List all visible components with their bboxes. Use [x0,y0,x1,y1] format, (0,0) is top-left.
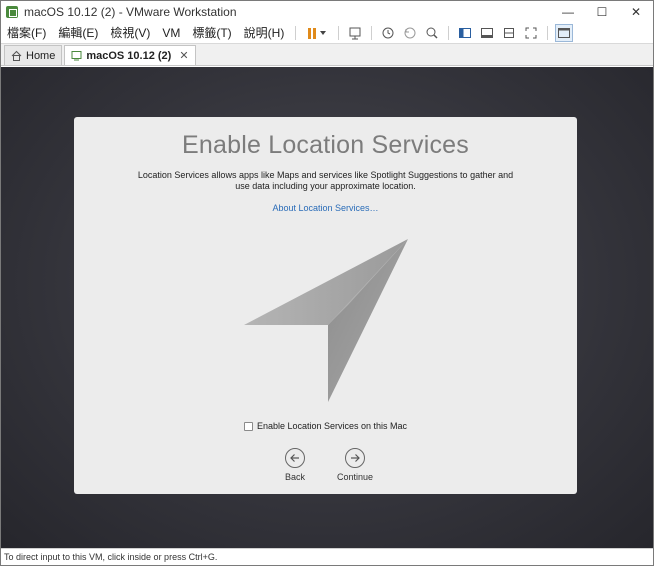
revert-snapshot-icon [404,27,416,39]
status-bar: To direct input to this VM, click inside… [1,548,653,565]
setup-dialog: Enable Location Services Location Servic… [74,117,577,494]
enable-location-checkbox[interactable] [243,421,253,431]
console-view-button[interactable] [478,24,496,42]
snapshot-manager-icon [426,27,438,39]
continue-button[interactable]: Continue [325,448,385,482]
menu-tabs[interactable]: 標籤(T) [186,23,237,43]
vm-icon [71,51,82,61]
location-arrow-icon [244,239,408,402]
snapshot-icon [382,27,394,39]
menu-edit[interactable]: 編輯(E) [52,23,104,43]
tab-home[interactable]: Home [4,45,63,65]
sidebar-view-icon [459,28,472,38]
thumbnail-view-button[interactable] [555,24,574,42]
home-icon [11,50,22,61]
toolbar-separator [448,26,450,40]
vmware-app-icon [6,6,18,18]
about-location-services-link[interactable]: About Location Services… [74,203,577,213]
tab-close-icon[interactable]: ✕ [179,49,188,62]
arrow-right-icon [345,448,365,468]
send-keys-icon [349,27,361,40]
thumbnail-view-icon [558,28,571,38]
snapshot-button[interactable] [379,24,397,42]
full-screen-icon [525,27,537,39]
full-screen-button[interactable] [522,24,540,42]
minimize-button[interactable]: — [551,1,585,23]
send-keys-button[interactable] [346,24,364,42]
menu-bar: 檔案(F) 編輯(E) 檢視(V) VM 標籤(T) 說明(H) [1,23,653,43]
sidebar-view-button[interactable] [456,24,474,42]
vmware-window: macOS 10.12 (2) - VMware Workstation — ☐… [0,0,654,566]
menu-help[interactable]: 說明(H) [238,23,291,43]
fit-window-button[interactable] [500,24,518,42]
setup-title: Enable Location Services [182,131,469,159]
vm-display[interactable]: Enable Location Services Location Servic… [1,67,653,548]
back-label: Back [284,472,305,482]
arrow-left-icon [285,448,305,468]
toolbar-separator [547,26,549,40]
console-view-icon [481,28,494,38]
menu-file[interactable]: 檔案(F) [1,23,52,43]
setup-description: Location Services allows apps like Maps … [137,170,514,191]
enable-location-row[interactable]: Enable Location Services on this Mac [74,421,577,431]
window-controls: — ☐ ✕ [551,1,653,23]
close-button[interactable]: ✕ [619,1,653,23]
back-button[interactable]: Back [265,448,325,482]
tab-label: Home [26,49,56,62]
status-text: To direct input to this VM, click inside… [4,552,218,562]
fit-window-icon [504,28,515,38]
pause-button[interactable] [303,24,331,42]
maximize-button[interactable]: ☐ [585,1,619,23]
pause-icon [308,27,317,39]
tab-label: macOS 10.12 (2) [86,49,172,62]
menu-view[interactable]: 檢視(V) [104,23,156,43]
checkbox-label: Enable Location Services on this Mac [256,421,408,431]
window-title: macOS 10.12 (2) - VMware Workstation [24,5,237,19]
menu-vm[interactable]: VM [156,23,186,43]
title-bar: macOS 10.12 (2) - VMware Workstation — ☐… [1,1,653,23]
toolbar-separator [338,26,340,40]
toolbar-separator [371,26,373,40]
revert-snapshot-button[interactable] [401,24,419,42]
link-text: About Location Services… [272,203,379,213]
chevron-down-icon [320,31,327,35]
snapshot-manager-button[interactable] [423,24,441,42]
tab-bar: Home macOS 10.12 (2) ✕ [1,43,653,66]
continue-label: Continue [336,472,374,482]
toolbar-separator [295,26,297,40]
tab-macos-vm[interactable]: macOS 10.12 (2) ✕ [64,45,196,65]
